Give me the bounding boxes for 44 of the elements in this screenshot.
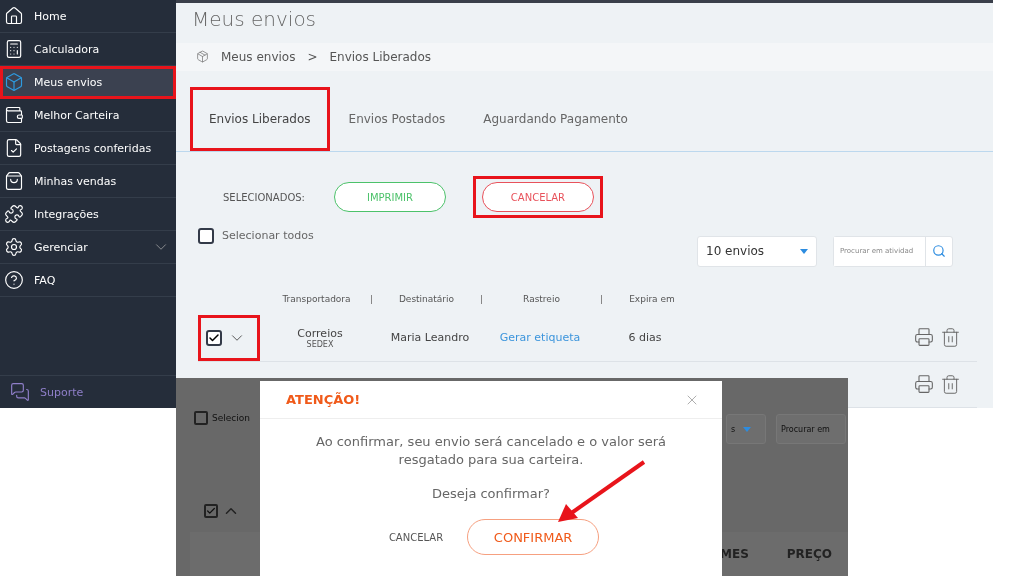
calculator-icon [4,39,24,59]
checkbox[interactable] [198,227,214,244]
carrier-cell: Correios [297,326,343,340]
checkbox[interactable] [206,329,222,346]
dialog-title: ATENÇÃO! [286,392,361,407]
trash-icon[interactable] [940,373,961,395]
select-all-label: Selecion [212,413,250,423]
column-header: Expira em [628,295,676,305]
breadcrumb-link[interactable]: Envios Liberados [329,49,432,64]
chat-icon [10,382,30,402]
puzzle-icon [4,204,24,224]
help-icon [4,270,24,290]
column-header: PREÇO [786,547,833,561]
box-icon [4,72,24,92]
bag-icon [4,171,24,191]
box-icon [196,50,209,64]
service-label: SEDEX [306,339,334,349]
tab[interactable]: Aguardando Pagamento [464,87,647,152]
check-icon [208,331,220,344]
dialog-message: Ao confirmar, seu envio será cancelado e o valor será resgatado para sua carteira. [314,433,667,469]
search-icon[interactable] [932,244,946,259]
breadcrumb-separator: > [307,49,318,64]
print-icon[interactable] [914,373,934,394]
tab[interactable]: Envios Liberados [190,87,330,152]
wallet-icon [4,105,24,125]
print-icon[interactable] [914,327,934,348]
column-header: Rastreio [482,295,602,305]
home-icon [4,6,24,26]
tab[interactable]: Envios Postados [329,87,465,152]
sidebar-item[interactable]: Meus envios [0,66,176,99]
trash-icon[interactable] [940,327,961,349]
expiry-cell-text: 6 dias [627,331,663,345]
settings-icon [4,237,24,257]
selected-label: SELECIONADOS: [223,191,305,203]
cancel-button[interactable]: CANCELAR [481,182,594,212]
page-size-dropdown[interactable]: 10 envios [697,235,817,267]
page-title: Meus envios [191,6,318,33]
document-check-icon [4,138,24,158]
breadcrumb-link[interactable]: Meus envios [221,49,296,64]
recipient-cell-text: Maria Leandro [389,331,471,345]
column-header: Transportadora [262,295,372,305]
column-header: Destinatário [372,295,482,305]
select-all-label: Selecionar todos [222,229,314,243]
dialog-question: Deseja confirmar? [432,485,550,503]
